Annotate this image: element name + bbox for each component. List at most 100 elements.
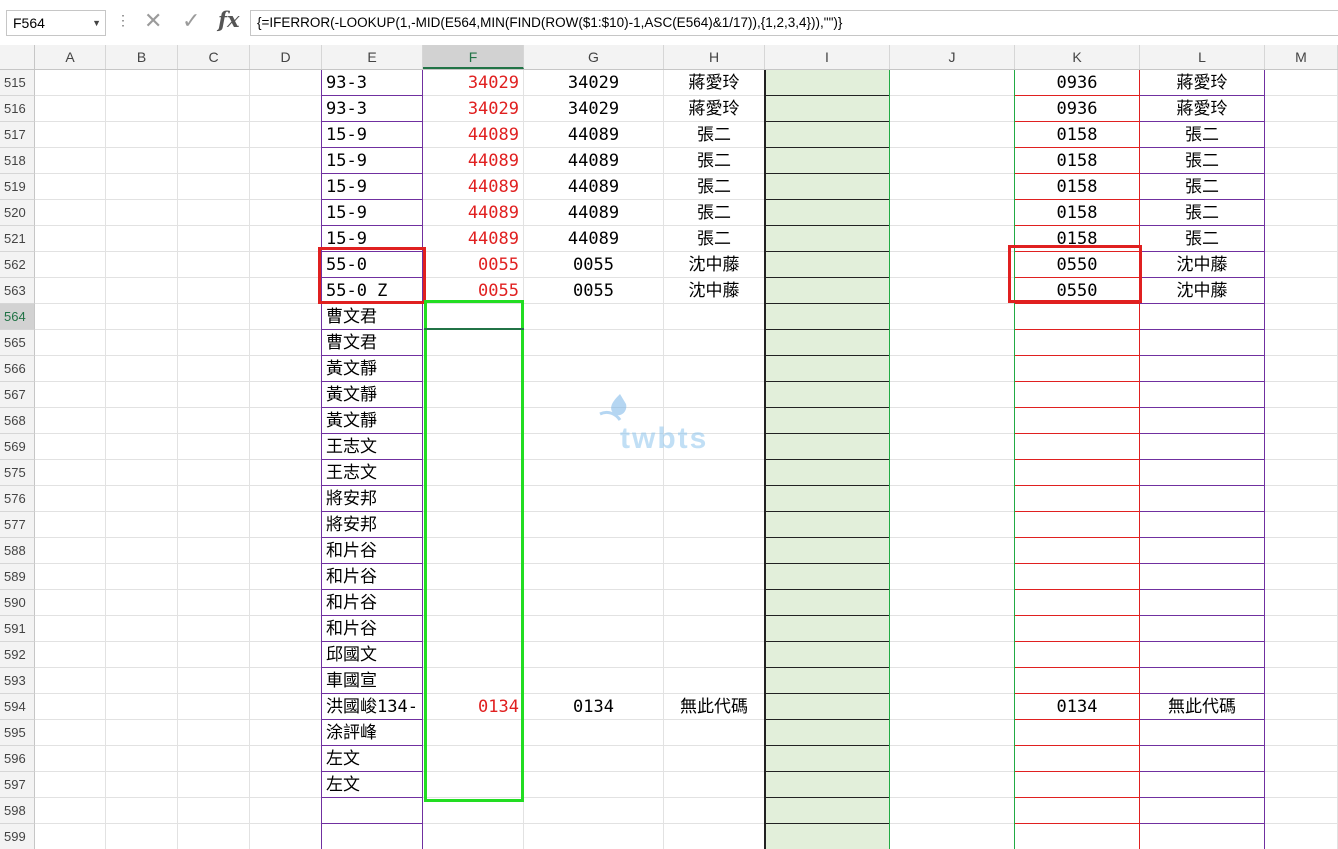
cell-h-516[interactable]: 蔣愛玲 [664,96,765,122]
row-header[interactable]: 590 [0,590,35,616]
cell-m-594[interactable] [1265,694,1338,720]
cell-i-589[interactable] [765,564,890,590]
cell-j-563[interactable] [890,278,1015,304]
column-header-d[interactable]: D [250,45,322,69]
cell-d-577[interactable] [250,512,322,538]
cell-g-598[interactable] [524,798,664,824]
cell-h-562[interactable]: 沈中藤 [664,252,765,278]
cell-k-515[interactable]: 0936 [1015,70,1140,96]
cell-m-521[interactable] [1265,226,1338,252]
cell-h-519[interactable]: 張二 [664,174,765,200]
cell-b-519[interactable] [106,174,178,200]
cell-i-588[interactable] [765,538,890,564]
row-header[interactable]: 566 [0,356,35,382]
row-header[interactable]: 516 [0,96,35,122]
cell-a-598[interactable] [35,798,106,824]
cell-l-562[interactable]: 沈中藤 [1140,252,1265,278]
row-header[interactable]: 594 [0,694,35,720]
cell-h-592[interactable] [664,642,765,668]
row-header[interactable]: 576 [0,486,35,512]
cell-l-563[interactable]: 沈中藤 [1140,278,1265,304]
cell-d-569[interactable] [250,434,322,460]
cell-m-563[interactable] [1265,278,1338,304]
cell-b-563[interactable] [106,278,178,304]
cell-m-564[interactable] [1265,304,1338,330]
cell-l-515[interactable]: 蔣愛玲 [1140,70,1265,96]
cell-c-563[interactable] [178,278,250,304]
cell-m-593[interactable] [1265,668,1338,694]
cell-a-521[interactable] [35,226,106,252]
cell-j-591[interactable] [890,616,1015,642]
cell-b-589[interactable] [106,564,178,590]
cell-k-596[interactable] [1015,746,1140,772]
cell-f-518[interactable]: 44089 [423,148,524,174]
cell-d-599[interactable] [250,824,322,849]
cell-j-569[interactable] [890,434,1015,460]
cell-l-593[interactable] [1140,668,1265,694]
cell-e-596[interactable]: 左文 [322,746,423,772]
cell-g-519[interactable]: 44089 [524,174,664,200]
row-header[interactable]: 569 [0,434,35,460]
cell-d-518[interactable] [250,148,322,174]
cell-d-520[interactable] [250,200,322,226]
cell-k-519[interactable]: 0158 [1015,174,1140,200]
cell-j-517[interactable] [890,122,1015,148]
cell-l-565[interactable] [1140,330,1265,356]
cell-g-518[interactable]: 44089 [524,148,664,174]
cell-b-565[interactable] [106,330,178,356]
cell-m-577[interactable] [1265,512,1338,538]
cell-d-516[interactable] [250,96,322,122]
cell-e-566[interactable]: 黃文靜 [322,356,423,382]
cell-c-599[interactable] [178,824,250,849]
column-header-b[interactable]: B [106,45,178,69]
cell-f-589[interactable] [423,564,524,590]
cell-l-592[interactable] [1140,642,1265,668]
cell-f-519[interactable]: 44089 [423,174,524,200]
cell-j-590[interactable] [890,590,1015,616]
cell-a-516[interactable] [35,96,106,122]
cell-e-575[interactable]: 王志文 [322,460,423,486]
row-header[interactable]: 592 [0,642,35,668]
cell-d-594[interactable] [250,694,322,720]
cell-c-591[interactable] [178,616,250,642]
cell-a-515[interactable] [35,70,106,96]
cell-k-577[interactable] [1015,512,1140,538]
cell-g-576[interactable] [524,486,664,512]
cell-i-562[interactable] [765,252,890,278]
cell-b-518[interactable] [106,148,178,174]
cell-i-591[interactable] [765,616,890,642]
cancel-icon[interactable]: ✕ [144,8,162,34]
cell-b-564[interactable] [106,304,178,330]
name-box[interactable]: F564 ▼ [6,10,106,36]
row-header[interactable]: 577 [0,512,35,538]
cell-g-564[interactable] [524,304,664,330]
cell-f-595[interactable] [423,720,524,746]
cell-c-595[interactable] [178,720,250,746]
cell-c-589[interactable] [178,564,250,590]
cell-c-568[interactable] [178,408,250,434]
cell-m-598[interactable] [1265,798,1338,824]
cell-e-519[interactable]: 15-9 [322,174,423,200]
cell-c-517[interactable] [178,122,250,148]
cell-k-598[interactable] [1015,798,1140,824]
cell-h-563[interactable]: 沈中藤 [664,278,765,304]
cell-c-576[interactable] [178,486,250,512]
more-options-icon[interactable]: ⋮ [116,12,130,29]
cell-f-566[interactable] [423,356,524,382]
cell-c-575[interactable] [178,460,250,486]
cell-d-592[interactable] [250,642,322,668]
cell-k-594[interactable]: 0134 [1015,694,1140,720]
cell-m-575[interactable] [1265,460,1338,486]
column-header-i[interactable]: I [765,45,890,69]
cell-e-568[interactable]: 黃文靜 [322,408,423,434]
cell-f-569[interactable] [423,434,524,460]
cell-f-599[interactable] [423,824,524,849]
cell-i-566[interactable] [765,356,890,382]
cell-a-599[interactable] [35,824,106,849]
cell-m-520[interactable] [1265,200,1338,226]
cell-c-566[interactable] [178,356,250,382]
cell-h-589[interactable] [664,564,765,590]
row-header[interactable]: 515 [0,70,35,96]
cell-k-563[interactable]: 0550 [1015,278,1140,304]
cell-m-592[interactable] [1265,642,1338,668]
